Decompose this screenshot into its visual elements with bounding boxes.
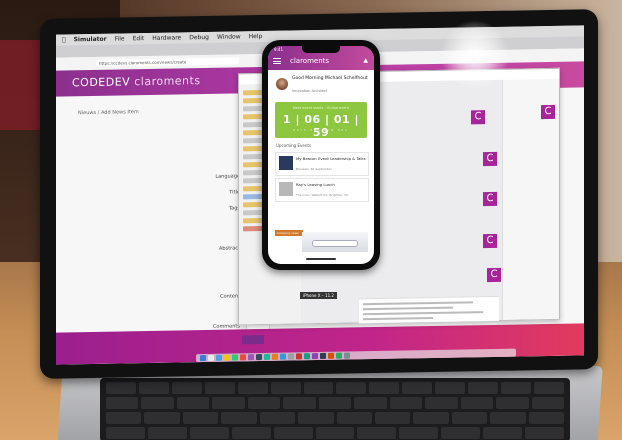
messages-icon[interactable] bbox=[232, 354, 238, 361]
countdown-title: Next event starts · Online event bbox=[292, 106, 350, 110]
event-card[interactable]: Ray's Leaving Lunch The Cour, Waterfront… bbox=[275, 178, 369, 202]
countdown-units: DAYS HRS MIN SEC bbox=[293, 129, 349, 132]
slack-icon[interactable] bbox=[248, 354, 254, 361]
chrome-icon[interactable] bbox=[224, 354, 230, 361]
xcode-icon[interactable] bbox=[280, 353, 286, 360]
event-card[interactable]: My Beacon Event Leadership & Talks Bruss… bbox=[275, 152, 369, 176]
app-icon[interactable] bbox=[312, 353, 318, 360]
app-icon-tile: C bbox=[483, 151, 497, 167]
app-icon[interactable] bbox=[264, 353, 270, 360]
menu-debug[interactable]: Debug bbox=[189, 34, 209, 41]
background-red-object bbox=[0, 40, 40, 130]
abstract-label: Abstract bbox=[219, 245, 240, 252]
address-bar[interactable]: https://ccdevs.claroments.com/news/creat… bbox=[96, 57, 239, 67]
breadcrumb: Nieuws / Add News Item bbox=[78, 109, 139, 116]
app-icon[interactable] bbox=[304, 353, 310, 360]
app-icon-tile: C bbox=[471, 110, 485, 125]
light-glare bbox=[440, 20, 510, 90]
terminal-icon[interactable] bbox=[256, 354, 262, 361]
calendar-icon[interactable] bbox=[240, 354, 246, 361]
tags-label: Tags bbox=[228, 205, 240, 212]
brand-name: claroments bbox=[134, 74, 201, 89]
greeting-text: Good Morning Michael Schelfhout bbox=[292, 76, 368, 81]
notification-bell-icon[interactable]: ▲ bbox=[363, 57, 368, 64]
app-icon-tile: C bbox=[483, 233, 497, 249]
save-button[interactable] bbox=[242, 334, 264, 345]
app-icon[interactable] bbox=[336, 352, 342, 359]
cms-logo[interactable]: CODEDEV claroments bbox=[72, 74, 201, 89]
event-title: Ray's Leaving Lunch bbox=[296, 182, 335, 187]
app-icon-tile: C bbox=[487, 267, 501, 283]
apple-icon[interactable]:  bbox=[62, 36, 66, 43]
phone-notch bbox=[302, 46, 340, 53]
title-label: Title bbox=[229, 189, 240, 196]
event-location: Brussels, 20 September bbox=[296, 167, 332, 171]
language-label: Language bbox=[215, 173, 240, 180]
menu-help[interactable]: Help bbox=[249, 33, 263, 40]
status-time: 9:41 bbox=[274, 47, 283, 52]
trash-icon[interactable] bbox=[344, 352, 350, 359]
menu-file[interactable]: File bbox=[115, 35, 125, 42]
breadcrumb-current: Add News Item bbox=[100, 109, 139, 116]
avatar[interactable] bbox=[276, 78, 288, 90]
countdown-card[interactable]: Next event starts · Online event 1 | 06 … bbox=[275, 102, 367, 139]
preferences-icon[interactable] bbox=[288, 353, 294, 360]
brand-prefix: CODEDEV bbox=[72, 75, 131, 90]
airplane-icon bbox=[312, 240, 358, 247]
app-icon-tile: C bbox=[541, 104, 555, 120]
hamburger-menu-icon[interactable] bbox=[273, 58, 281, 64]
news-tag[interactable]: Company news bbox=[275, 230, 303, 236]
countdown-value: 1 | 06 | 01 | 59 bbox=[283, 113, 359, 139]
event-title: My Beacon Event Leadership & Talks bbox=[296, 156, 366, 161]
finder-icon[interactable] bbox=[200, 354, 206, 362]
menu-hardware[interactable]: Hardware bbox=[152, 34, 181, 42]
news-image[interactable] bbox=[302, 232, 368, 252]
simulator-caption: iPhone X – 11.2 bbox=[300, 292, 337, 299]
safari-icon[interactable] bbox=[216, 354, 222, 361]
iphone-simulator: 9:41 claroments ▲ Good Morning Michael S… bbox=[262, 40, 380, 270]
menu-edit[interactable]: Edit bbox=[133, 35, 145, 42]
app-icon[interactable] bbox=[328, 352, 334, 359]
app-icon[interactable] bbox=[296, 353, 302, 360]
user-role: Innovation Architect bbox=[292, 89, 328, 93]
launchpad-icon[interactable] bbox=[208, 354, 214, 361]
event-location: The Cour, Waterfront, Brighton, UK bbox=[296, 193, 349, 197]
app-icon[interactable] bbox=[272, 353, 278, 360]
app-icon-tile: C bbox=[483, 191, 497, 207]
menu-window[interactable]: Window bbox=[217, 33, 241, 40]
app-icon[interactable] bbox=[320, 352, 326, 359]
app-logo: claroments bbox=[290, 57, 330, 65]
upcoming-events-heading: Upcoming Events bbox=[276, 143, 312, 148]
event-thumbnail bbox=[279, 156, 293, 170]
menu-simulator[interactable]: Simulator bbox=[74, 36, 107, 44]
breadcrumb-parent[interactable]: Nieuws bbox=[78, 110, 96, 116]
event-thumbnail bbox=[279, 182, 293, 196]
home-indicator[interactable] bbox=[306, 258, 336, 260]
debug-console bbox=[359, 295, 499, 324]
laptop-keyboard bbox=[100, 378, 570, 440]
content-label: Content bbox=[220, 293, 240, 300]
photo-scene:  Simulator File Edit Hardware Debug Win… bbox=[0, 0, 622, 440]
phone-screen: 9:41 claroments ▲ Good Morning Michael S… bbox=[268, 46, 374, 264]
